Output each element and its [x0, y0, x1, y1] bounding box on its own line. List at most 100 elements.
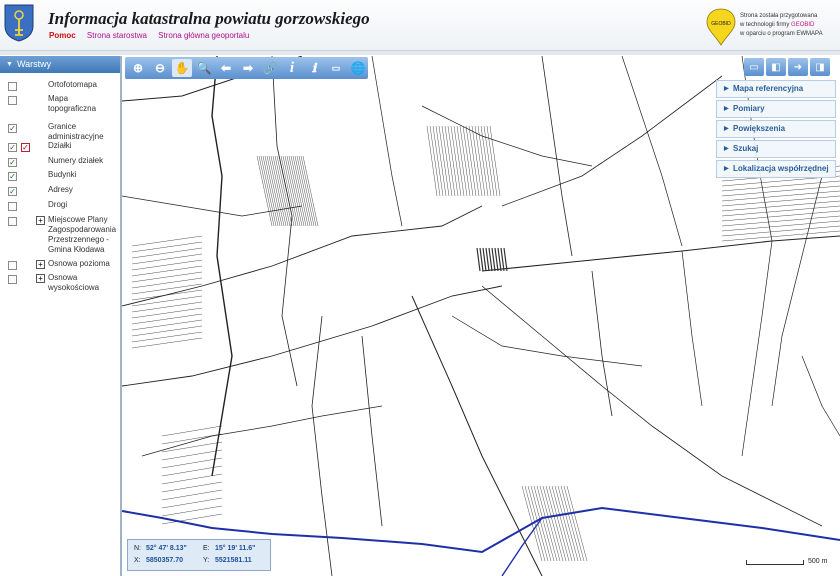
- expand-plus-icon[interactable]: +: [36, 216, 45, 225]
- parcel-line: [371, 56, 403, 227]
- parcel-line: [161, 481, 223, 493]
- layer-checkbox[interactable]: ✓: [8, 158, 17, 167]
- panel-toggle-icon[interactable]: ◨: [810, 58, 830, 76]
- parcel-line: [280, 155, 297, 227]
- link-icon[interactable]: 🔗: [260, 59, 280, 77]
- geobid-logo: GEOBID: [706, 8, 736, 46]
- menu-item-coordinate-location[interactable]: ▶ Lokalizacja współrzędnej: [716, 160, 836, 178]
- layers-panel-header[interactable]: ▼ Warstwy: [0, 56, 120, 73]
- layers-panel-title: Warstwy: [16, 59, 52, 69]
- coord-n-label: N:: [134, 545, 141, 552]
- layout-tools: ▭ ◧ ➜ ◨: [744, 58, 836, 78]
- zoom-in-icon[interactable]: ⊕: [128, 59, 148, 77]
- coord-x-label: X:: [134, 557, 141, 564]
- pan-hand-icon[interactable]: ✋: [172, 59, 192, 77]
- info-icon[interactable]: i: [282, 59, 302, 77]
- parcel-line: [298, 155, 315, 227]
- parcel-line: [465, 125, 477, 197]
- parcel-line: [591, 270, 613, 417]
- coord-y-value: 5521581.11: [215, 557, 252, 564]
- layer-checkbox[interactable]: [8, 261, 17, 270]
- building-block: [479, 247, 484, 272]
- parcel-line: [468, 125, 480, 197]
- parcel-line: [435, 125, 447, 197]
- back-arrow-icon[interactable]: ⬅: [216, 59, 236, 77]
- admin-boundary-line: [501, 517, 543, 576]
- parcel-line: [302, 155, 319, 227]
- vendor-info: Strona została przygotowana w technologi…: [740, 13, 823, 37]
- parcel-line: [480, 125, 492, 197]
- layout-full-icon[interactable]: ▭: [744, 58, 764, 76]
- layer-label: Mapa topograficzna: [48, 94, 97, 113]
- menu-item-search[interactable]: ▶ Szukaj: [716, 140, 836, 158]
- coat-of-arms-icon: [4, 4, 34, 42]
- parcel-line: [262, 155, 279, 227]
- parcel-line: [161, 433, 223, 445]
- zoom-out-icon[interactable]: ⊖: [150, 59, 170, 77]
- parcel-line: [721, 210, 840, 222]
- collapse-triangle-icon: ▼: [6, 61, 13, 68]
- layer-checkbox[interactable]: [8, 217, 17, 226]
- parcel-line: [524, 485, 546, 562]
- parcel-line: [447, 125, 459, 197]
- parcel-line: [122, 195, 303, 217]
- menu-item-reference-map[interactable]: ▶ Mapa referencyjna: [716, 80, 836, 98]
- layer-checkbox[interactable]: ✓: [8, 143, 17, 152]
- parcel-line: [131, 259, 203, 271]
- parcel-line: [483, 125, 495, 197]
- menu-item-zooms[interactable]: ▶ Powiększenia: [716, 120, 836, 138]
- map-toolbar: ⊕ ⊖ ✋ 🔍 ⬅ ➡ 🔗 i ℹ ▭ 🌐: [125, 57, 368, 79]
- menu-item-measurements[interactable]: ▶ Pomiary: [716, 100, 836, 118]
- header-links: Pomoc Strona starostwa Strona główna geo…: [49, 31, 258, 40]
- geoportal-home-link[interactable]: Strona główna geoportalu: [158, 31, 249, 40]
- help-link[interactable]: Pomoc: [49, 31, 76, 40]
- measure-icon[interactable]: ▭: [326, 59, 346, 77]
- header-separator: [0, 51, 840, 55]
- parcel-line: [300, 155, 317, 227]
- parcel-line: [161, 489, 223, 501]
- globe-icon[interactable]: 🌐: [348, 59, 368, 77]
- expand-plus-icon[interactable]: +: [36, 260, 45, 269]
- parcel-line: [131, 253, 203, 265]
- parcel-line: [721, 180, 840, 192]
- expand-plus-icon[interactable]: +: [36, 274, 45, 283]
- parcel-line: [541, 56, 573, 257]
- layer-checkbox[interactable]: [8, 202, 17, 211]
- layer-checkbox[interactable]: [8, 275, 17, 284]
- geobid-link[interactable]: GEOBID: [791, 22, 814, 28]
- parcel-line: [481, 235, 840, 272]
- menu-arrow-icon: ▶: [724, 166, 729, 172]
- forward-arrow-icon[interactable]: ➡: [238, 59, 258, 77]
- coord-x-value: 5850357.70: [146, 557, 183, 564]
- county-site-link[interactable]: Strona starostwa: [87, 31, 147, 40]
- building-block: [488, 247, 493, 272]
- layer-checkbox[interactable]: ✓: [8, 124, 17, 133]
- parcel-line: [741, 240, 773, 457]
- parcel-line: [131, 313, 203, 325]
- export-icon[interactable]: ➜: [788, 58, 808, 76]
- query-info-icon[interactable]: ℹ: [304, 59, 324, 77]
- building-block: [491, 247, 496, 272]
- parcel-line: [432, 125, 444, 197]
- zoom-box-icon[interactable]: 🔍: [194, 59, 214, 77]
- parcel-line: [501, 75, 723, 207]
- parcel-line: [453, 125, 465, 197]
- layer-checkbox[interactable]: [8, 96, 17, 105]
- parcel-line: [471, 125, 483, 197]
- layer-checkbox[interactable]: [8, 82, 17, 91]
- parcel-line: [296, 155, 313, 227]
- coordinates-panel: N: 52° 47' 8.13" E: 15° 19' 11.6" X: 585…: [127, 539, 271, 571]
- layer-label-checkbox[interactable]: ✓: [21, 143, 30, 152]
- parcel-line: [260, 155, 277, 227]
- parcel-line: [539, 485, 561, 562]
- parcel-line: [721, 185, 840, 197]
- parcel-line: [451, 315, 643, 367]
- layer-checkbox[interactable]: ✓: [8, 172, 17, 181]
- coord-e-label: E:: [203, 545, 210, 552]
- parcel-line: [536, 485, 558, 562]
- layout-left-icon[interactable]: ◧: [766, 58, 786, 76]
- parcel-line: [264, 155, 281, 227]
- parcel-line: [545, 485, 567, 562]
- layer-checkbox[interactable]: ✓: [8, 187, 17, 196]
- parcel-line: [278, 155, 295, 227]
